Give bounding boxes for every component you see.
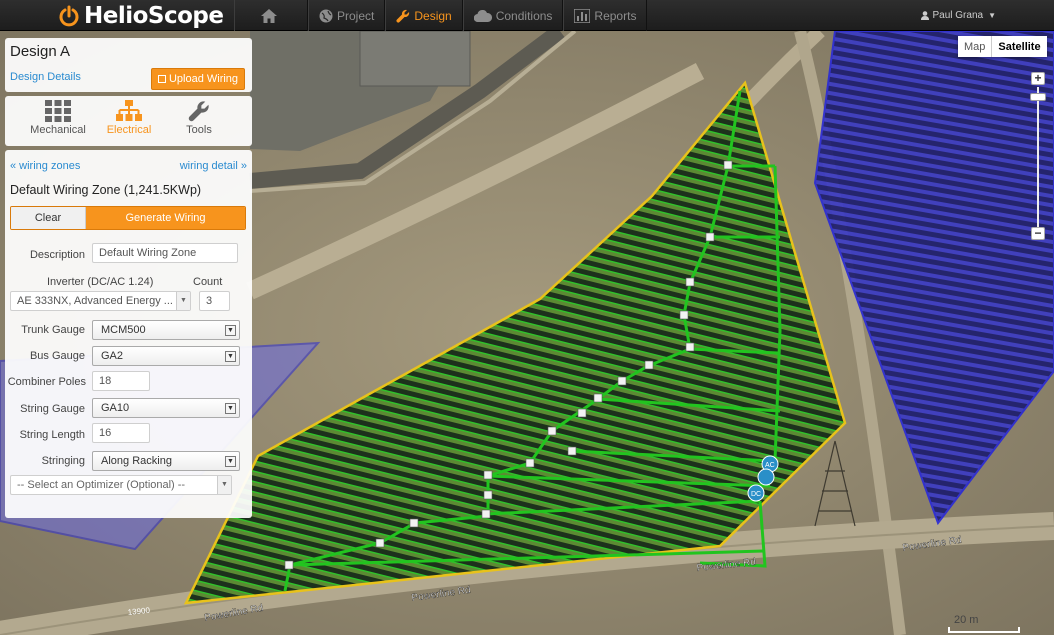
chevron-down-icon: ▼ bbox=[225, 403, 236, 414]
wiring-action-buttons: Clear Generate Wiring bbox=[10, 206, 246, 230]
svg-text:DC: DC bbox=[751, 491, 761, 498]
wiring-zone-title: Default Wiring Zone (1,241.5KWp) bbox=[10, 183, 202, 197]
scale-label: 20 m bbox=[954, 614, 979, 626]
wiring-zones-back-link[interactable]: « wiring zones bbox=[10, 160, 80, 172]
power-icon bbox=[59, 5, 79, 26]
description-input[interactable]: Default Wiring Zone bbox=[92, 243, 238, 263]
map-scale: 20 m bbox=[948, 613, 1042, 635]
building bbox=[359, 31, 471, 87]
string-length-label: String Length bbox=[19, 429, 85, 441]
string-gauge-select[interactable]: GA10 ▼ bbox=[92, 398, 240, 418]
nav-project-label: Project bbox=[337, 8, 375, 23]
wiring-detail-link[interactable]: wiring detail » bbox=[180, 160, 247, 172]
wrench-icon bbox=[396, 9, 410, 23]
svg-text:AC: AC bbox=[765, 462, 775, 469]
home-icon bbox=[261, 8, 277, 23]
zoom-in-button[interactable]: + bbox=[1031, 72, 1045, 85]
design-title: Design A bbox=[10, 43, 71, 60]
chevron-down-icon: ▼ bbox=[988, 11, 996, 20]
count-input[interactable]: 3 bbox=[199, 291, 230, 311]
zoom-out-button[interactable]: − bbox=[1031, 227, 1045, 240]
generate-wiring-button[interactable]: Generate Wiring bbox=[86, 207, 245, 229]
wrench-icon bbox=[188, 101, 209, 122]
brand-logo[interactable]: HelioScope bbox=[58, 0, 224, 31]
cloud-icon bbox=[473, 9, 492, 22]
wiring-zone-panel: « wiring zones wiring detail » Default W… bbox=[5, 150, 252, 518]
inverter-select-value: AE 333NX, Advanced Energy ... bbox=[17, 295, 173, 307]
chevron-down-icon: ▼ bbox=[217, 476, 231, 494]
description-label: Description bbox=[29, 249, 85, 261]
trunk-gauge-value: MCM500 bbox=[101, 324, 146, 336]
scale-bar bbox=[948, 627, 1020, 633]
zoom-slider-handle[interactable] bbox=[1030, 93, 1046, 101]
upload-icon bbox=[157, 75, 166, 83]
tab-tools-label: Tools bbox=[186, 124, 212, 136]
design-details-link[interactable]: Design Details bbox=[10, 71, 81, 83]
stringing-label: Stringing bbox=[41, 455, 85, 467]
stringing-value: Along Racking bbox=[101, 455, 172, 467]
top-navbar: HelioScope Project Design Conditions Rep… bbox=[0, 0, 1054, 31]
chevron-down-icon: ▼ bbox=[225, 456, 236, 467]
upload-wiring-label: Upload Wiring bbox=[168, 73, 239, 85]
nav-reports-label: Reports bbox=[594, 8, 637, 23]
tab-tools[interactable]: Tools bbox=[164, 100, 234, 142]
combiner-poles-label: Combiner Poles bbox=[7, 376, 86, 388]
inverter-label: Inverter (DC/AC 1.24) bbox=[47, 276, 154, 288]
count-label: Count bbox=[193, 276, 223, 288]
clear-button[interactable]: Clear bbox=[11, 207, 86, 229]
bus-gauge-value: GA2 bbox=[101, 350, 124, 362]
user-menu[interactable]: Paul Grana ▼ bbox=[921, 0, 996, 31]
inverter-select[interactable]: AE 333NX, Advanced Energy ... ▼ bbox=[10, 291, 191, 311]
nav-reports[interactable]: Reports bbox=[563, 0, 648, 31]
sitemap-icon bbox=[116, 100, 142, 121]
tab-mechanical[interactable]: Mechanical bbox=[23, 100, 93, 142]
nav-design[interactable]: Design bbox=[385, 0, 463, 31]
bus-gauge-label: Bus Gauge bbox=[29, 350, 85, 362]
trunk-gauge-label: Trunk Gauge bbox=[21, 324, 85, 336]
stringing-select[interactable]: Along Racking ▼ bbox=[92, 451, 240, 471]
map-type-control: Map Satellite bbox=[958, 36, 1047, 57]
bar-chart-icon bbox=[574, 8, 591, 23]
bus-gauge-select[interactable]: GA2 ▼ bbox=[92, 346, 240, 366]
tab-mechanical-label: Mechanical bbox=[30, 124, 86, 136]
string-length-input[interactable]: 16 bbox=[92, 423, 150, 443]
nav-design-label: Design bbox=[414, 8, 452, 23]
upload-wiring-button[interactable]: Upload Wiring bbox=[151, 68, 245, 90]
chevron-down-icon: ▼ bbox=[225, 325, 236, 336]
tab-electrical[interactable]: Electrical bbox=[94, 100, 164, 142]
nav-home[interactable] bbox=[234, 0, 308, 31]
design-header-panel: Design A Design Details Upload Wiring bbox=[5, 38, 252, 92]
optimizer-select[interactable]: -- Select an Optimizer (Optional) -- ▼ bbox=[10, 475, 232, 495]
trunk-gauge-select[interactable]: MCM500 ▼ bbox=[92, 320, 240, 340]
mode-tabs-panel: Mechanical Electrical Tools bbox=[5, 96, 252, 146]
combiner-poles-input[interactable]: 18 bbox=[92, 371, 150, 391]
string-gauge-label: String Gauge bbox=[20, 403, 85, 415]
tab-electrical-label: Electrical bbox=[106, 124, 152, 136]
grid-icon bbox=[45, 100, 71, 122]
nav-project[interactable]: Project bbox=[308, 0, 386, 31]
globe-icon bbox=[319, 9, 333, 22]
user-name: Paul Grana bbox=[932, 10, 984, 21]
nav-conditions-label: Conditions bbox=[495, 8, 553, 23]
chevron-down-icon: ▼ bbox=[225, 351, 236, 362]
zoom-track[interactable] bbox=[1037, 87, 1039, 237]
optimizer-select-value: -- Select an Optimizer (Optional) -- bbox=[17, 479, 186, 491]
zoom-control: + − bbox=[1029, 69, 1047, 245]
map-type-map-button[interactable]: Map bbox=[958, 36, 992, 57]
user-icon bbox=[921, 11, 930, 20]
string-gauge-value: GA10 bbox=[101, 402, 130, 414]
brand-name: HelioScope bbox=[84, 2, 224, 29]
map-type-satellite-button[interactable]: Satellite bbox=[991, 36, 1047, 57]
chevron-down-icon: ▼ bbox=[176, 292, 190, 310]
nav-conditions[interactable]: Conditions bbox=[462, 0, 564, 31]
